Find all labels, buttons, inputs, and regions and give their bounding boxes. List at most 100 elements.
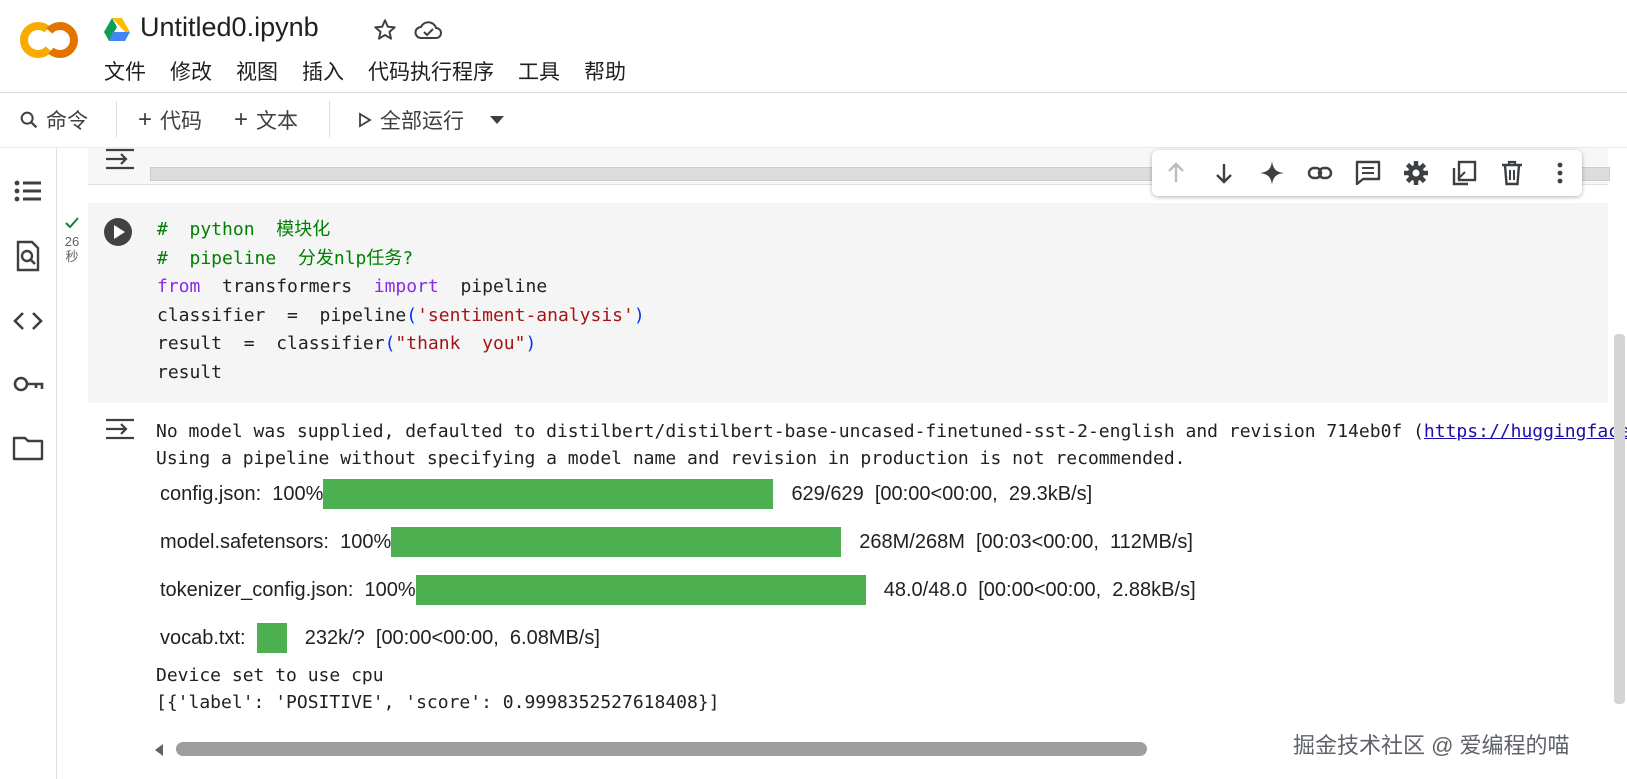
module-name: transformers <box>200 276 374 297</box>
progress-label: config.json: 100% <box>160 482 324 505</box>
toolbar-separator <box>329 101 330 137</box>
run-all-button[interactable]: 全部运行 <box>358 103 464 137</box>
comment-icon[interactable] <box>1354 159 1382 187</box>
delete-icon[interactable] <box>1498 159 1526 187</box>
move-down-icon[interactable] <box>1210 159 1238 187</box>
progress-row-model: model.safetensors: 100% 268M/268M [00:03… <box>160 525 1193 559</box>
output-actions-icon[interactable] <box>104 416 136 442</box>
mirror-cell-icon[interactable] <box>1450 159 1478 187</box>
table-of-contents-icon[interactable] <box>11 174 45 208</box>
progress-row-config: config.json: 100% 629/629 [00:00<00:00, … <box>160 477 1092 511</box>
execution-time-unit: 秒 <box>65 249 79 264</box>
progress-stats: 48.0/48.0 [00:00<00:00, 2.88kB/s] <box>883 578 1196 601</box>
code-snippets-icon[interactable] <box>11 304 45 338</box>
plus-icon: + <box>234 106 249 133</box>
star-icon[interactable] <box>372 17 398 43</box>
secrets-key-icon[interactable] <box>11 367 45 401</box>
menu-bar: 文件 修改 视图 插入 代码执行程序 工具 帮助 <box>104 56 650 86</box>
code-line: result = classifier("thank you") <box>157 330 645 359</box>
progress-label: model.safetensors: 100% <box>160 530 392 553</box>
paren: ) <box>633 304 645 326</box>
move-up-icon[interactable] <box>1162 159 1190 187</box>
toolbar: 命令 + 代码 + 文本 全部运行 <box>0 93 1627 147</box>
left-sidebar <box>0 148 57 779</box>
command-palette-label: 命令 <box>46 110 88 133</box>
menu-view[interactable]: 视图 <box>236 56 278 86</box>
search-icon <box>20 111 38 129</box>
notebook-title[interactable]: Untitled0.ipynb <box>140 12 319 43</box>
progress-label: vocab.txt: <box>160 626 257 649</box>
progress-bar-fill <box>391 527 842 557</box>
progress-bar <box>415 575 866 605</box>
progress-bar <box>323 479 774 509</box>
run-all-dropdown[interactable] <box>488 103 506 137</box>
scroll-left-arrow-icon[interactable] <box>153 742 165 758</box>
progress-stats: 268M/268M [00:03<00:00, 112MB/s] <box>859 530 1193 553</box>
output-line: Using a pipeline without specifying a mo… <box>156 448 1186 469</box>
execution-success-check-icon <box>64 216 80 230</box>
output-text: No model was supplied, defaulted to dist… <box>156 421 1424 442</box>
find-icon[interactable] <box>11 239 45 273</box>
string-literal: "thank you" <box>395 333 526 354</box>
code-line: from transformers import pipeline <box>157 273 645 302</box>
progress-row-tokenizer: tokenizer_config.json: 100% 48.0/48.0 [0… <box>160 573 1196 607</box>
progress-bar <box>391 527 842 557</box>
code-line: # pipeline 分发nlp任务? <box>157 247 414 269</box>
horizontal-scrollbar-thumb[interactable] <box>176 742 1147 756</box>
plus-icon: + <box>138 106 153 133</box>
files-folder-icon[interactable] <box>11 431 45 465</box>
execution-time: 26 秒 <box>60 234 84 264</box>
menu-help[interactable]: 帮助 <box>584 56 626 86</box>
cloud-saved-icon[interactable] <box>413 17 443 43</box>
code-text: result = classifier <box>157 333 385 354</box>
add-text-label: 文本 <box>256 110 299 133</box>
device-line: Device set to use cpu <box>156 665 384 686</box>
colab-logo[interactable] <box>18 18 80 62</box>
settings-icon[interactable] <box>1402 159 1430 187</box>
progress-stats: 629/629 [00:00<00:00, 29.3kB/s] <box>791 482 1093 505</box>
result-line: [{'label': 'POSITIVE', 'score': 0.999835… <box>156 692 720 713</box>
vertical-scrollbar[interactable] <box>1614 334 1625 704</box>
play-icon <box>359 112 372 128</box>
progress-row-vocab: vocab.txt: 232k/? [00:00<00:00, 6.08MB/s… <box>160 621 600 655</box>
code-text: classifier = pipeline <box>157 304 407 326</box>
menu-edit[interactable]: 修改 <box>170 56 212 86</box>
watermark: 掘金技术社区 @ 爱编程的喵 <box>1293 733 1570 758</box>
output-actions-icon[interactable] <box>104 146 136 172</box>
paren: ( <box>406 304 418 326</box>
progress-stats: 232k/? [00:00<00:00, 6.08MB/s] <box>304 626 600 649</box>
code-editor[interactable]: # python 模块化 # pipeline 分发nlp任务? from tran… <box>157 216 645 387</box>
menu-tools[interactable]: 工具 <box>518 56 560 86</box>
menu-file[interactable]: 文件 <box>104 56 146 86</box>
dropdown-arrow-icon <box>490 116 504 124</box>
command-palette-button[interactable]: 命令 <box>18 103 88 137</box>
code-line: result <box>157 361 223 383</box>
menu-runtime[interactable]: 代码执行程序 <box>368 56 494 86</box>
run-cell-button[interactable] <box>102 216 134 248</box>
execution-time-value: 26 <box>64 234 80 249</box>
menu-insert[interactable]: 插入 <box>302 56 344 86</box>
output-line: No model was supplied, defaulted to dist… <box>156 418 1627 445</box>
code-line: classifier = pipeline('sentiment-analysi… <box>157 302 645 331</box>
play-icon <box>104 218 132 246</box>
output-log: No model was supplied, defaulted to dist… <box>156 418 1627 472</box>
import-name: pipeline <box>438 276 548 297</box>
paren: ( <box>384 333 396 354</box>
output-result: Device set to use cpu [{'label': 'POSITIV… <box>156 662 720 716</box>
paren: ) <box>525 333 537 354</box>
cell-toolbar <box>1152 150 1582 196</box>
google-drive-icon <box>104 18 130 41</box>
huggingface-link[interactable]: https://huggingface.c <box>1424 421 1627 442</box>
keyword: from <box>157 276 201 297</box>
gemini-sparkle-icon[interactable] <box>1258 159 1286 187</box>
code-line: # python 模块化 <box>157 219 331 240</box>
link-icon[interactable] <box>1306 159 1334 187</box>
progress-bar-fill <box>256 623 287 653</box>
add-text-button[interactable]: + 文本 <box>234 103 298 137</box>
add-code-button[interactable]: + 代码 <box>138 103 202 137</box>
more-icon[interactable] <box>1546 159 1574 187</box>
add-code-label: 代码 <box>160 110 203 133</box>
progress-bar-fill <box>323 479 774 509</box>
run-all-label: 全部运行 <box>380 110 464 133</box>
progress-bar-fill <box>415 575 866 605</box>
